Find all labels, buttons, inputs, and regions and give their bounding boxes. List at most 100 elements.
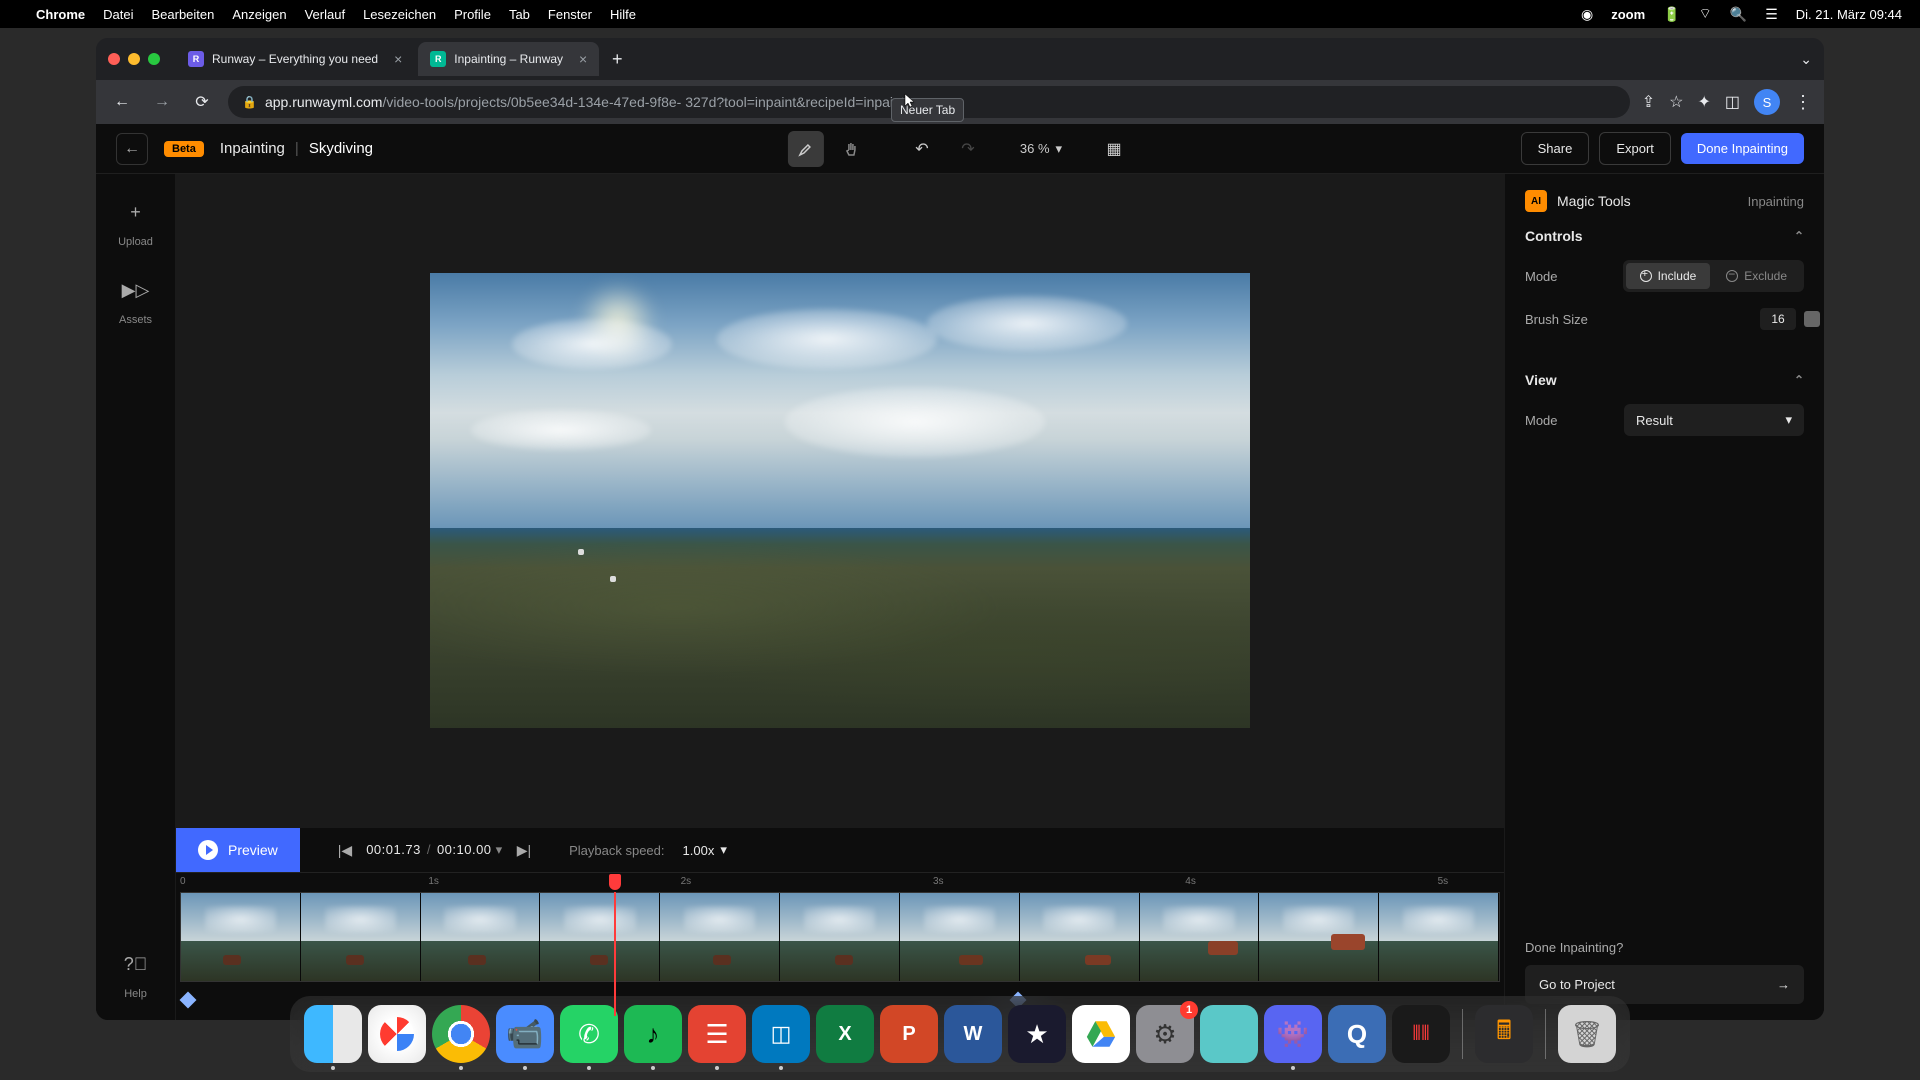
dock-whatsapp[interactable]: ✆ xyxy=(560,1005,618,1063)
brush-size-input[interactable] xyxy=(1760,308,1796,330)
extensions-icon[interactable]: ✦ xyxy=(1697,92,1710,112)
battery-icon[interactable]: 🔋 xyxy=(1663,6,1680,23)
dock-calculator[interactable]: 🖩 xyxy=(1475,1005,1533,1063)
browser-tab-inpainting[interactable]: R Inpainting – Runway × xyxy=(418,42,599,76)
menu-lesezeichen[interactable]: Lesezeichen xyxy=(363,7,436,22)
tab-close-icon[interactable]: × xyxy=(579,51,587,67)
skip-start-button[interactable]: |◀ xyxy=(338,842,352,859)
dock-discord[interactable]: 👾 xyxy=(1264,1005,1322,1063)
record-icon[interactable]: ◉ xyxy=(1581,6,1593,23)
dock-safari[interactable] xyxy=(368,1005,426,1063)
chrome-menu-icon[interactable]: ⋮ xyxy=(1794,92,1812,113)
frame-thumb[interactable] xyxy=(1020,893,1140,981)
spotlight-icon[interactable]: 🔍 xyxy=(1730,6,1747,23)
chrome-tab-strip: R Runway – Everything you need × R Inpai… xyxy=(96,38,1824,80)
layout-toggle-button[interactable]: ▦ xyxy=(1096,131,1132,167)
frame-thumb[interactable] xyxy=(780,893,900,981)
control-center-icon[interactable]: ☰ xyxy=(1765,6,1778,23)
dock-zoom[interactable]: 📹 xyxy=(496,1005,554,1063)
dock-imovie[interactable]: ★ xyxy=(1008,1005,1066,1063)
share-page-icon[interactable]: ⇪ xyxy=(1642,92,1655,112)
sidebar-assets[interactable]: ▶▷ Assets xyxy=(118,272,154,326)
menu-datei[interactable]: Datei xyxy=(103,7,133,22)
controls-section-header[interactable]: Controls ⌃ xyxy=(1525,228,1804,244)
dock-trello[interactable]: ◫ xyxy=(752,1005,810,1063)
nav-forward-button[interactable]: → xyxy=(148,88,176,116)
done-prompt: Done Inpainting? xyxy=(1525,940,1804,955)
canvas[interactable] xyxy=(176,174,1504,827)
menubar-datetime[interactable]: Di. 21. März 09:44 xyxy=(1796,7,1902,22)
dock-word[interactable]: W xyxy=(944,1005,1002,1063)
frame-thumb[interactable] xyxy=(1259,893,1379,981)
dock-quicktime[interactable]: Q xyxy=(1328,1005,1386,1063)
export-button[interactable]: Export xyxy=(1599,132,1671,165)
dock-app-teal[interactable] xyxy=(1200,1005,1258,1063)
frame-thumb[interactable] xyxy=(1379,893,1499,981)
zoom-level-dropdown[interactable]: 36 %▾ xyxy=(1020,141,1062,157)
frames-strip[interactable] xyxy=(180,892,1500,982)
hand-tool-button[interactable] xyxy=(834,131,870,167)
dock-spotify[interactable]: ♪ xyxy=(624,1005,682,1063)
playhead[interactable] xyxy=(614,892,616,1016)
window-minimize-button[interactable] xyxy=(128,53,140,65)
tabs-dropdown-icon[interactable]: ⌄ xyxy=(1800,51,1812,68)
frame-thumb[interactable] xyxy=(1140,893,1260,981)
menu-bearbeiten[interactable]: Bearbeiten xyxy=(151,7,214,22)
browser-tab-runway-home[interactable]: R Runway – Everything you need × xyxy=(176,42,414,76)
playback-speed-dropdown[interactable]: 1.00x▾ xyxy=(683,842,727,858)
runway-app: ← Beta Inpainting | Skydiving ↶ ↷ 36 %▾ … xyxy=(96,124,1824,1020)
menu-fenster[interactable]: Fenster xyxy=(548,7,592,22)
done-inpainting-button[interactable]: Done Inpainting xyxy=(1681,133,1804,164)
frame-thumb[interactable] xyxy=(181,893,301,981)
zoom-brand[interactable]: zoom xyxy=(1611,7,1645,22)
profile-avatar[interactable]: S xyxy=(1754,89,1780,115)
dock-audio-app[interactable]: ⦀⦀ xyxy=(1392,1005,1450,1063)
timeline-ruler[interactable]: 0 1s 2s 3s 4s 5s xyxy=(176,872,1504,892)
mode-include-button[interactable]: Include xyxy=(1626,263,1711,289)
frame-thumb[interactable] xyxy=(421,893,541,981)
menu-verlauf[interactable]: Verlauf xyxy=(305,7,345,22)
dock-google-drive[interactable] xyxy=(1072,1005,1130,1063)
share-button[interactable]: Share xyxy=(1521,132,1590,165)
bookmark-star-icon[interactable]: ☆ xyxy=(1669,92,1683,112)
preview-button[interactable]: Preview xyxy=(176,828,300,872)
side-panel-icon[interactable]: ◫ xyxy=(1725,92,1740,112)
skip-end-button[interactable]: ▶| xyxy=(517,842,531,859)
brush-tool-button[interactable] xyxy=(788,131,824,167)
frame-thumb[interactable] xyxy=(301,893,421,981)
sidebar-label: Help xyxy=(124,988,147,1000)
dock-chrome[interactable] xyxy=(432,1005,490,1063)
nav-reload-button[interactable]: ⟳ xyxy=(188,88,216,116)
mode-exclude-button[interactable]: Exclude xyxy=(1712,263,1801,289)
new-tab-button[interactable]: + xyxy=(603,45,631,73)
nav-back-button[interactable]: ← xyxy=(108,88,136,116)
menu-profile[interactable]: Profile xyxy=(454,7,491,22)
sidebar-help[interactable]: ?⃝ Help xyxy=(118,946,154,1000)
window-close-button[interactable] xyxy=(108,53,120,65)
undo-button[interactable]: ↶ xyxy=(904,131,940,167)
frame-thumb[interactable] xyxy=(900,893,1020,981)
dock-todoist[interactable]: ☰ xyxy=(688,1005,746,1063)
sidebar-upload[interactable]: + Upload xyxy=(118,194,154,248)
menu-anzeigen[interactable]: Anzeigen xyxy=(232,7,286,22)
beta-badge: Beta xyxy=(164,141,204,157)
menu-tab[interactable]: Tab xyxy=(509,7,530,22)
redo-button[interactable]: ↷ xyxy=(950,131,986,167)
view-mode-select[interactable]: Result ▾ xyxy=(1624,404,1804,436)
dock-excel[interactable]: X xyxy=(816,1005,874,1063)
dock-finder[interactable] xyxy=(304,1005,362,1063)
view-section-header[interactable]: View ⌃ xyxy=(1525,372,1804,388)
back-button[interactable]: ← xyxy=(116,133,148,165)
menubar-app-name[interactable]: Chrome xyxy=(36,7,85,22)
tab-close-icon[interactable]: × xyxy=(394,51,402,67)
window-maximize-button[interactable] xyxy=(148,53,160,65)
chevron-down-icon[interactable]: ▾ xyxy=(496,842,503,857)
wifi-icon[interactable]: ⌔ xyxy=(1699,5,1712,23)
dock-system-settings[interactable]: ⚙1 xyxy=(1136,1005,1194,1063)
frame-thumb[interactable] xyxy=(660,893,780,981)
dock-powerpoint[interactable]: P xyxy=(880,1005,938,1063)
frame-thumb[interactable] xyxy=(540,893,660,981)
menu-hilfe[interactable]: Hilfe xyxy=(610,7,636,22)
keyframe-marker[interactable] xyxy=(180,992,197,1009)
dock-trash[interactable]: 🗑 xyxy=(1558,1005,1616,1063)
